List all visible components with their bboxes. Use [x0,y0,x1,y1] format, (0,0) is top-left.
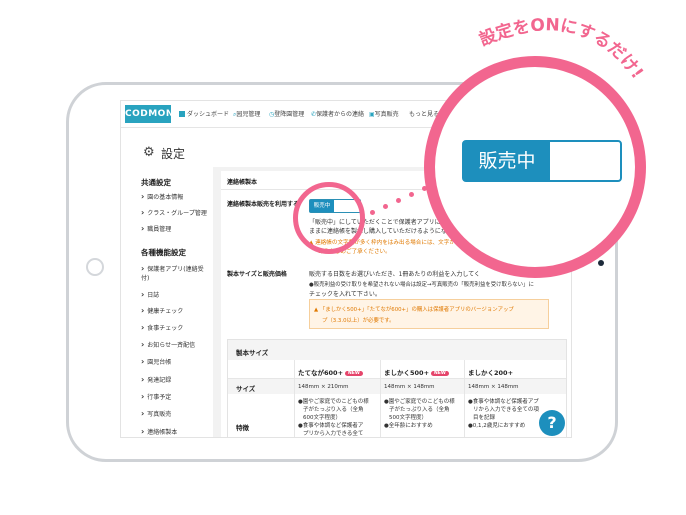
notice-text: ▲ 「ましかく500+」「たてなが600+」の購入は保護者アプリのバージョンアッ… [314,307,514,313]
sidebar-item[interactable]: 食事チェック [141,323,183,332]
table-cell-features: ●食事や体調など保護者アプ リから入力できる全ての項 目を記録 ●0,1,2歳児におす… [468,399,539,429]
sidebar-item[interactable]: 保護者アプリ(連絡受付) [141,264,205,283]
table-cell-features: ●園やご家庭でのこどもの様 子がたっぷり入る（全角 600文字程度） ●食事や体調など… [298,399,369,437]
home-button [86,258,104,276]
sidebar-item[interactable]: 行事予定 [141,392,171,401]
table-cell: 148mm × 148mm [468,384,519,390]
gear-icon: ⚙ [143,145,155,160]
magnified-toggle: 販売中 [462,140,622,182]
sidebar-item[interactable]: 園児台帳 [141,357,171,366]
highlight-ring [293,182,365,254]
col-header: たてなが600+ NEW [298,367,363,377]
nav-attendance[interactable]: ◷登降園管理 [269,109,304,118]
camera-dot [598,260,604,266]
connector-dot [383,204,388,209]
table-title: 製本サイズ [236,349,269,357]
magnified-toggle-label: 販売中 [464,142,550,180]
sidebar-item[interactable]: お知らせ一斉配信 [141,340,195,349]
option-label: 連絡帳製本販売を利用する [227,201,300,208]
section-heading: 連絡帳製本 [227,179,258,186]
sidebar-item[interactable]: 職員管理 [141,224,171,233]
sidebar-item[interactable]: 日誌 [141,290,159,299]
sidebar-item-active[interactable]: 連絡帳製本 [141,427,177,436]
sidebar-item[interactable]: 健康チェック [141,306,183,315]
connector-dot [370,210,375,215]
size-desc: 販売する日数をお選びいただき、1冊あたりの利益を入力してく [309,271,481,278]
logo[interactable]: CODMON [125,105,173,123]
table-title-row [228,340,566,360]
sidebar-item[interactable]: 園の基本情報 [141,192,183,201]
col-header: ましかく200+ [468,369,514,377]
table-cell-features: ●園やご家庭でのこどもの様 子がたっぷり入る（全角 500文字程度） ●全年齢におすす… [384,399,455,429]
row-label: サイズ [236,385,256,393]
nav-children[interactable]: ⌕园児管理 [233,109,260,119]
sidebar-item[interactable]: 発達記録 [141,375,171,384]
size-table: 製本サイズ たてなが600+ NEW ましかく500+ NEW ましかく200+ サ… [227,339,567,437]
sidebar-section-features: 各種機能設定 [141,248,186,257]
nav-dashboard[interactable]: ダッシュボード [179,109,229,118]
table-cell: 148mm × 210mm [298,384,349,390]
row-label: 特徴 [236,424,249,432]
connector-dot [409,192,414,197]
size-desc: ●販売利益の受け取りを希望されない場合は設定→写真販売の「販売利益を受け取らない… [309,282,534,288]
nav-photo[interactable]: ▣写真販売 [369,109,399,118]
page-title: 設定 [161,147,186,161]
size-label: 製本サイズと販売価格 [227,271,287,278]
sidebar-section-common: 共通設定 [141,178,171,187]
size-desc: チェックを入れて下さい。 [309,291,381,298]
dashboard-icon [179,111,185,117]
notice-box: ▲ 「ましかく500+」「たてなが600+」の購入は保護者アプリのバージョンアッ… [309,299,549,329]
col-header: ましかく500+ NEW [384,367,449,377]
notice-text: プ（3.3.0以上）が必要です。 [322,318,395,324]
help-button[interactable]: ? [539,410,565,436]
connector-dot [396,198,401,203]
table-cell: 148mm × 148mm [384,384,435,390]
sidebar-item[interactable]: 写真販売 [141,409,171,418]
nav-messages[interactable]: ✆保護者からの連絡 [311,109,364,118]
sidebar-item[interactable]: クラス・グループ管理 [141,208,207,217]
